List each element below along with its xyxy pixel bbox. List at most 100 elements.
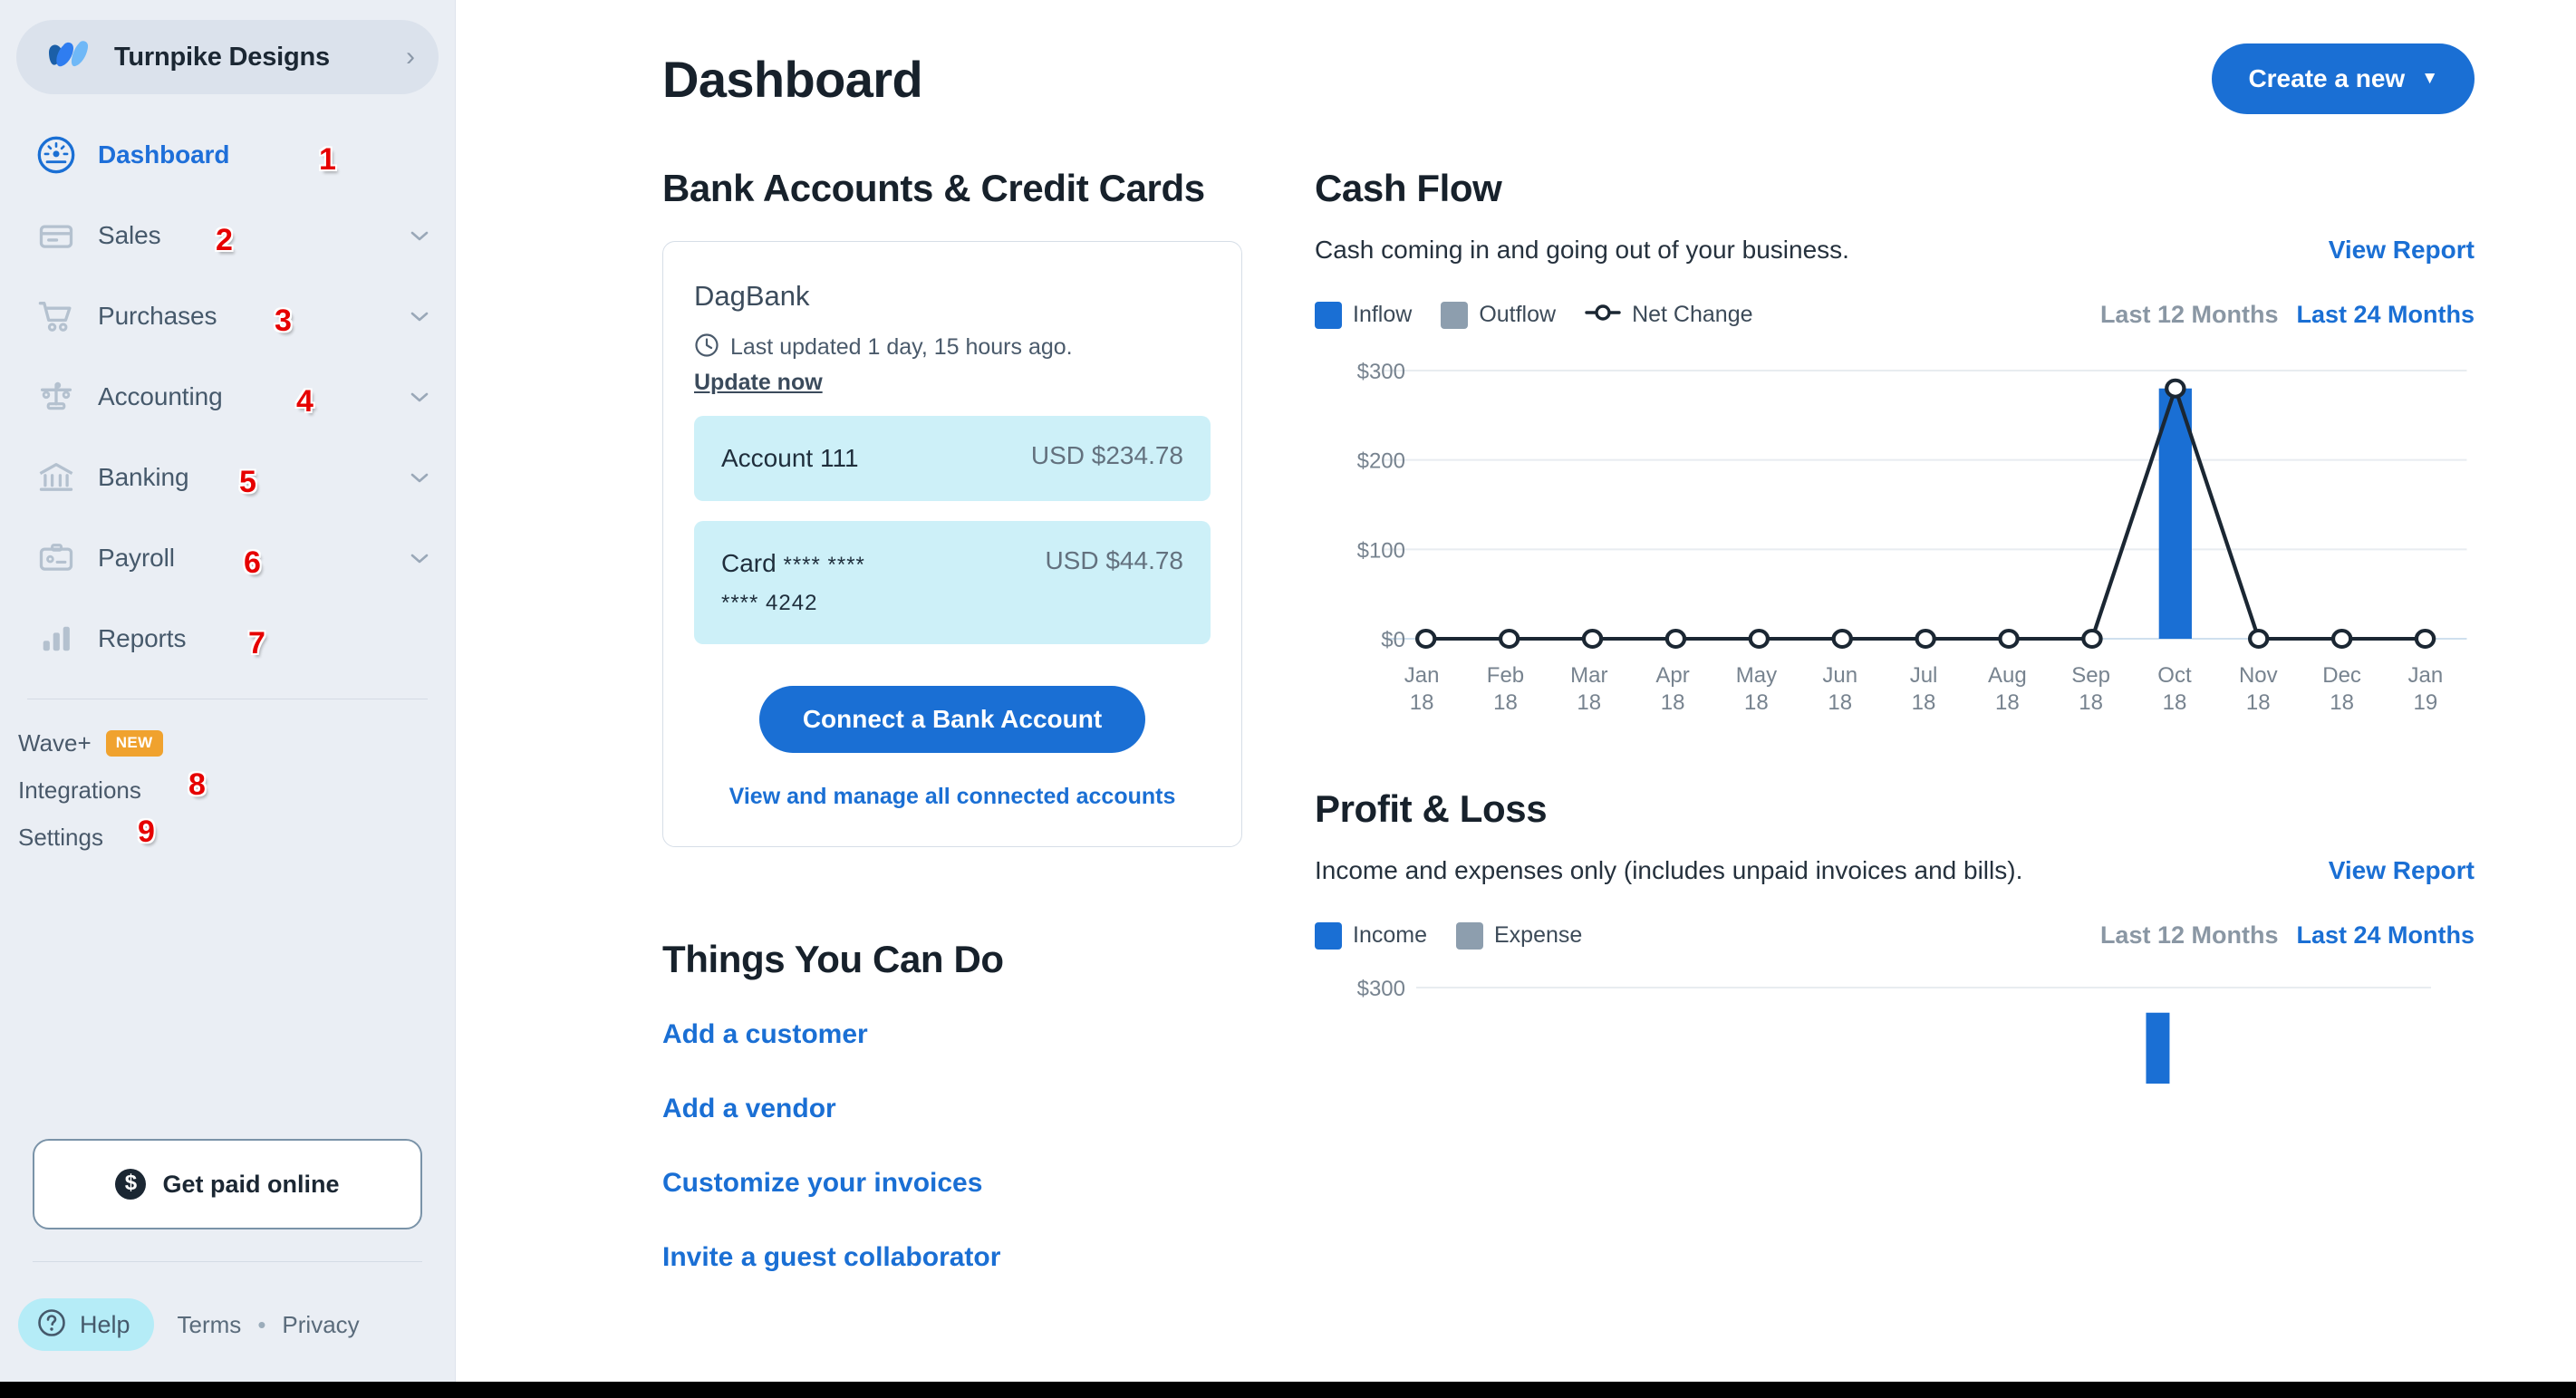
terms-link[interactable]: Terms bbox=[178, 1311, 242, 1339]
range-last-12-months[interactable]: Last 12 Months bbox=[2100, 301, 2279, 329]
profit-loss-subtitle: Income and expenses only (includes unpai… bbox=[1315, 856, 2023, 884]
chevron-down-icon[interactable] bbox=[408, 304, 431, 328]
dashboard-app: Turnpike Designs › Dashboard Sales Purch… bbox=[0, 0, 2576, 1398]
account-name: Card **** **** **** 4242 bbox=[721, 549, 865, 615]
sidebar-item-wave-plus[interactable]: Wave+ NEW bbox=[18, 719, 455, 766]
sidebar-item-integrations[interactable]: Integrations bbox=[18, 766, 455, 814]
x-axis-tick-label: Mar 18 bbox=[1570, 663, 1608, 715]
x-axis-tick-label: Jan 18 bbox=[1404, 663, 1440, 715]
create-a-new-button[interactable]: Create a new ▼ bbox=[2212, 43, 2475, 114]
svg-text:$300: $300 bbox=[1357, 977, 1405, 1001]
footer-separator: • bbox=[257, 1310, 266, 1338]
bottom-black-bar bbox=[0, 1382, 2576, 1398]
create-a-new-label: Create a new bbox=[2248, 64, 2406, 92]
page-title: Dashboard bbox=[662, 50, 923, 108]
connect-bank-account-button[interactable]: Connect a Bank Account bbox=[758, 686, 1146, 753]
x-axis-tick-label: Apr 18 bbox=[1655, 663, 1690, 715]
things-you-can-do-section: Things You Can Do Add a customer Add a v… bbox=[662, 938, 1242, 1273]
sidebar-item-reports[interactable]: Reports bbox=[0, 598, 455, 679]
range-last-12-months[interactable]: Last 12 Months bbox=[2100, 921, 2279, 950]
brand-switcher[interactable]: Turnpike Designs › bbox=[16, 20, 439, 94]
legend-net-change[interactable]: Net Change bbox=[1585, 302, 1753, 328]
cash-flow-section: Cash Flow Cash coming in and going out o… bbox=[1315, 167, 2475, 717]
sidebar-item-payroll[interactable]: Payroll bbox=[0, 517, 455, 598]
legend-label: Income bbox=[1353, 922, 1427, 948]
sidebar-item-purchases[interactable]: Purchases bbox=[0, 275, 455, 356]
bars-icon bbox=[34, 617, 78, 660]
footer-links: Terms • Privacy bbox=[178, 1311, 360, 1339]
chevron-down-icon[interactable] bbox=[408, 546, 431, 570]
bank-card: DagBank Last updated 1 day, 15 hours ago… bbox=[662, 241, 1242, 847]
cart-icon bbox=[34, 294, 78, 338]
manage-accounts-link[interactable]: View and manage all connected accounts bbox=[694, 784, 1211, 810]
expense-swatch-icon bbox=[1455, 921, 1483, 950]
bank-last-updated-row: Last updated 1 day, 15 hours ago. bbox=[694, 333, 1211, 362]
sidebar-item-label: Sales bbox=[98, 220, 161, 249]
chevron-down-icon: ▼ bbox=[2421, 69, 2438, 88]
help-button[interactable]: Help bbox=[18, 1298, 154, 1351]
profit-loss-subtitle-row: Income and expenses only (includes unpai… bbox=[1315, 856, 2475, 885]
outflow-swatch-icon bbox=[1441, 301, 1469, 329]
sidebar-item-banking[interactable]: Banking bbox=[0, 437, 455, 517]
brand-name: Turnpike Designs bbox=[114, 42, 330, 72]
sidebar-item-accounting[interactable]: Accounting bbox=[0, 356, 455, 437]
legend-expense[interactable]: Expense bbox=[1455, 921, 1582, 950]
bank-section-title: Bank Accounts & Credit Cards bbox=[662, 167, 1205, 209]
sidebar-item-label: Payroll bbox=[98, 543, 175, 572]
profit-loss-plot: $300 bbox=[1315, 975, 2475, 1084]
legend-income[interactable]: Income bbox=[1315, 921, 1427, 950]
x-axis-tick-label: Dec 18 bbox=[2322, 663, 2361, 715]
things-section-title: Things You Can Do bbox=[662, 938, 1004, 980]
x-axis-tick-label: Jun 18 bbox=[1822, 663, 1858, 715]
sidebar-item-dashboard[interactable]: Dashboard bbox=[0, 114, 455, 195]
chevron-down-icon[interactable] bbox=[408, 385, 431, 409]
question-circle-icon bbox=[36, 1307, 67, 1343]
card-mask-part2: **** 4242 bbox=[721, 591, 818, 615]
sidebar-item-settings[interactable]: Settings bbox=[18, 814, 455, 861]
profit-loss-legend: Income Expense Last 12 Months Last 24 Mo… bbox=[1315, 921, 2475, 950]
legend-label: Inflow bbox=[1353, 302, 1413, 327]
chevron-down-icon[interactable] bbox=[408, 224, 431, 247]
card-mask-part1: **** **** bbox=[783, 553, 865, 577]
chevron-down-icon[interactable] bbox=[408, 466, 431, 489]
add-a-vendor-link[interactable]: Add a vendor bbox=[662, 1094, 1242, 1124]
wave-logo-icon bbox=[43, 34, 94, 80]
get-paid-online-wrap: $ Get paid online bbox=[0, 1139, 455, 1229]
page-header: Dashboard Create a new ▼ bbox=[456, 0, 2576, 114]
sidebar-item-label: Banking bbox=[98, 462, 189, 491]
update-now-link[interactable]: Update now bbox=[694, 370, 823, 396]
sidebar-sub-nav: Wave+ NEW Integrations Settings bbox=[0, 699, 455, 861]
profit-loss-section: Profit & Loss Income and expenses only (… bbox=[1315, 787, 2475, 1084]
invite-collaborator-link[interactable]: Invite a guest collaborator bbox=[662, 1242, 1242, 1273]
scale-icon bbox=[34, 375, 78, 419]
inflow-swatch-icon bbox=[1315, 301, 1342, 329]
cash-flow-x-axis: Jan 18 Feb 18 Mar 18 Apr 18 May 18 Jun 18 Jul 18 Aug 18… bbox=[1380, 662, 2467, 717]
income-swatch-icon bbox=[1315, 921, 1342, 950]
sidebar-item-label: Purchases bbox=[98, 301, 217, 330]
bank-icon bbox=[34, 456, 78, 499]
sidebar-item-sales[interactable]: Sales bbox=[0, 195, 455, 275]
profit-loss-view-report-link[interactable]: View Report bbox=[2329, 856, 2475, 885]
cash-flow-view-report-link[interactable]: View Report bbox=[2329, 236, 2475, 265]
sidebar-item-label: Accounting bbox=[98, 381, 223, 410]
x-axis-tick-label: Oct 18 bbox=[2157, 663, 2192, 715]
content-columns: Bank Accounts & Credit Cards DagBank Las… bbox=[456, 167, 2576, 1316]
cash-flow-chart-svg bbox=[1384, 370, 2467, 649]
customize-invoices-link[interactable]: Customize your invoices bbox=[662, 1168, 1242, 1199]
x-axis-tick-label: Feb 18 bbox=[1486, 663, 1525, 715]
legend-inflow[interactable]: Inflow bbox=[1315, 301, 1413, 329]
get-paid-online-button[interactable]: $ Get paid online bbox=[33, 1139, 422, 1229]
chevron-right-icon: › bbox=[406, 42, 415, 72]
help-label: Help bbox=[80, 1310, 130, 1338]
add-a-customer-link[interactable]: Add a customer bbox=[662, 1019, 1242, 1050]
sidebar-item-label: Reports bbox=[98, 623, 187, 652]
privacy-link[interactable]: Privacy bbox=[282, 1311, 359, 1339]
range-last-24-months[interactable]: Last 24 Months bbox=[2296, 921, 2475, 950]
legend-outflow[interactable]: Outflow bbox=[1441, 301, 1556, 329]
account-row[interactable]: Account 111 USD $234.78 bbox=[694, 416, 1211, 501]
range-last-24-months[interactable]: Last 24 Months bbox=[2296, 301, 2475, 329]
x-axis-tick-label: Nov 18 bbox=[2238, 663, 2278, 715]
account-row[interactable]: Card **** **** **** 4242 USD $44.78 bbox=[694, 521, 1211, 644]
x-axis-tick-label: May 18 bbox=[1735, 663, 1778, 715]
cash-flow-plot: $0 $100 $200 $300 Jan 18 Feb 18 Mar 18 Apr 18 May 18… bbox=[1315, 358, 2475, 717]
